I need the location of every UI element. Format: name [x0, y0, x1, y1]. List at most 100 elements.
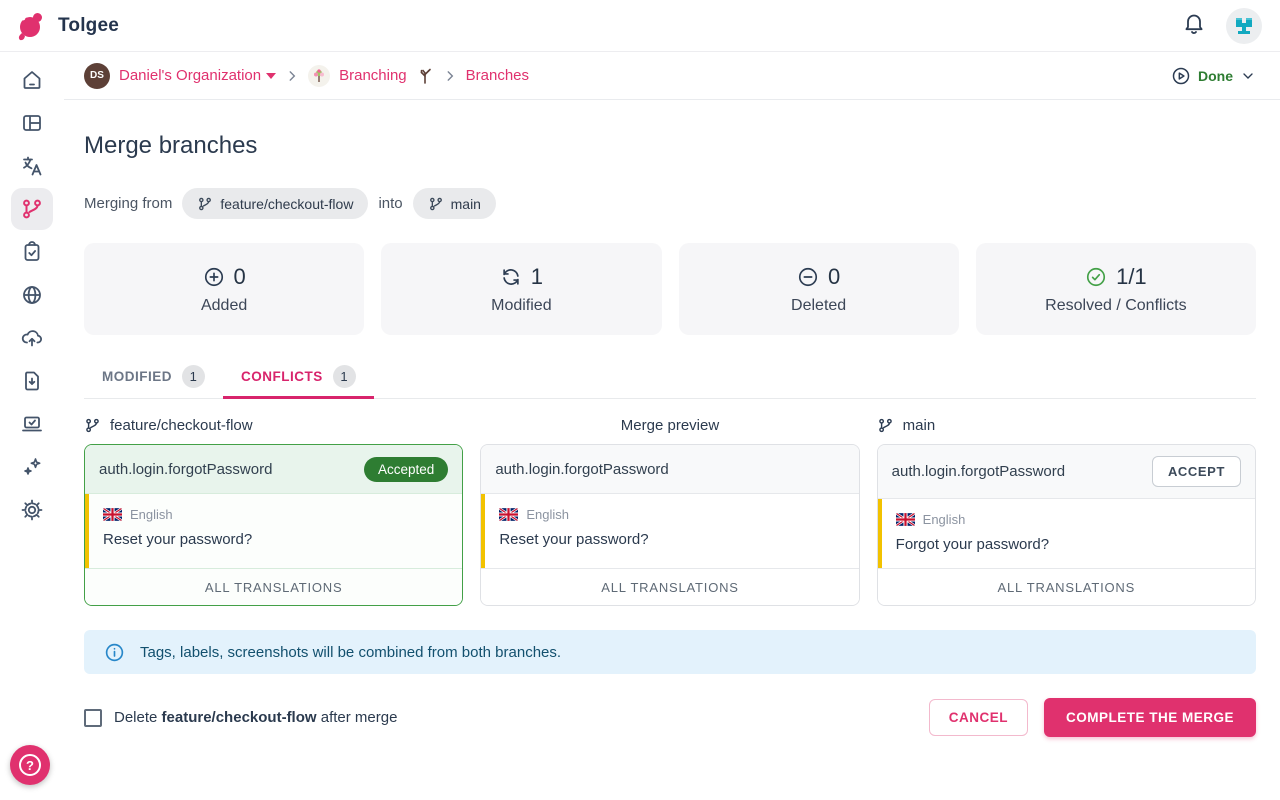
translation-text: Reset your password?: [103, 531, 446, 548]
sidebar-item-translations[interactable]: [11, 145, 53, 187]
sidebar-item-board[interactable]: [11, 102, 53, 144]
language-name: English: [130, 507, 173, 522]
brand-name: Tolgee: [58, 15, 119, 37]
uk-flag-icon: [103, 508, 122, 521]
accept-button[interactable]: ACCEPT: [1152, 456, 1241, 487]
footer-actions-row: Delete feature/checkout-flow after merge…: [84, 698, 1256, 737]
refresh-icon: [500, 266, 522, 288]
sidebar-item-settings[interactable]: [11, 489, 53, 531]
column-header-source: feature/checkout-flow: [84, 417, 463, 434]
conflict-card-preview: auth.login.forgotPassword English Reset …: [480, 444, 859, 606]
info-banner-text: Tags, labels, screenshots will be combin…: [140, 644, 561, 661]
play-circle-icon: [1171, 66, 1191, 86]
diff-tabs: MODIFIED 1 CONFLICTS 1: [84, 355, 1256, 399]
target-branch-chip[interactable]: main: [413, 188, 496, 219]
conflict-stripe: [481, 494, 485, 568]
conflict-stripe: [85, 494, 89, 568]
target-branch-name: main: [451, 196, 481, 212]
check-circle-icon: [1085, 266, 1107, 288]
sidebar-item-publish[interactable]: [11, 317, 53, 359]
conflict-stripe: [878, 499, 882, 568]
sidebar-item-languages[interactable]: [11, 274, 53, 316]
stat-card-modified: 1 Modified: [381, 243, 661, 335]
stat-card-deleted: 0 Deleted: [679, 243, 959, 335]
all-translations-button[interactable]: ALL TRANSLATIONS: [481, 568, 858, 605]
stat-value-deleted: 0: [828, 264, 840, 290]
all-translations-button[interactable]: ALL TRANSLATIONS: [878, 568, 1255, 605]
branch-icon: [428, 196, 444, 212]
question-mark-icon: ?: [19, 754, 41, 776]
column-header-target: main: [877, 417, 1256, 434]
chevron-right-icon: [443, 69, 457, 83]
tab-modified[interactable]: MODIFIED 1: [84, 355, 223, 398]
info-banner: Tags, labels, screenshots will be combin…: [84, 630, 1256, 674]
merge-from-into-row: Merging from feature/checkout-flow into …: [84, 188, 1256, 219]
stat-label-modified: Modified: [491, 297, 551, 315]
org-avatar[interactable]: DS: [84, 63, 110, 89]
into-label: into: [378, 195, 402, 212]
translate-icon: [20, 154, 44, 178]
sidebar-item-ai[interactable]: [11, 446, 53, 488]
translation-text: Reset your password?: [499, 531, 842, 548]
stat-label-added: Added: [201, 297, 247, 315]
tasks-icon: [20, 240, 44, 264]
sparkles-icon: [20, 455, 44, 479]
stat-value-modified: 1: [531, 264, 543, 290]
sidebar-item-export[interactable]: [11, 360, 53, 402]
translation-text: Forgot your password?: [896, 536, 1239, 553]
conflict-card-target: auth.login.forgotPassword ACCEPT English…: [877, 444, 1256, 606]
sidebar-item-tasks[interactable]: [11, 231, 53, 273]
tolgee-logo-icon: [14, 9, 48, 43]
delete-branch-label: Delete feature/checkout-flow after merge: [114, 709, 397, 726]
tab-conflicts-count: 1: [333, 365, 356, 388]
cancel-button[interactable]: CANCEL: [929, 699, 1028, 736]
language-name: English: [526, 507, 569, 522]
settings-icon: [20, 498, 44, 522]
conflict-card-source: auth.login.forgotPassword Accepted Engli…: [84, 444, 463, 606]
page-title: Merge branches: [84, 132, 1256, 160]
sidebar: [0, 52, 64, 800]
plus-circle-icon: [203, 266, 225, 288]
project-avatar: [308, 65, 330, 87]
globe-icon: [20, 283, 44, 307]
sidebar-item-home[interactable]: [11, 59, 53, 101]
breadcrumb-branches[interactable]: Branches: [466, 67, 529, 84]
notifications-bell-icon[interactable]: [1182, 11, 1206, 40]
stat-value-added: 0: [234, 264, 246, 290]
breadcrumb-organization[interactable]: Daniel's Organization: [119, 67, 276, 84]
complete-merge-button[interactable]: COMPLETE THE MERGE: [1044, 698, 1256, 737]
help-button[interactable]: ?: [10, 745, 50, 785]
user-avatar[interactable]: [1226, 8, 1262, 44]
sidebar-item-branches[interactable]: [11, 188, 53, 230]
caret-down-icon: [266, 73, 276, 79]
branch-icon: [84, 417, 101, 434]
home-icon: [20, 68, 44, 92]
stat-label-deleted: Deleted: [791, 297, 846, 315]
breadcrumb-project[interactable]: Branching: [339, 67, 407, 84]
branch-icon: [20, 197, 44, 221]
state-filter-dropdown[interactable]: Done: [1171, 66, 1256, 86]
delete-branch-checkbox[interactable]: [84, 709, 102, 727]
cloud-upload-icon: [20, 326, 44, 350]
brand[interactable]: Tolgee: [14, 9, 119, 43]
delete-branch-checkbox-row[interactable]: Delete feature/checkout-flow after merge: [84, 709, 397, 727]
merge-stats: 0 Added 1 Modified: [84, 243, 1256, 335]
stat-card-resolved: 1/1 Resolved / Conflicts: [976, 243, 1256, 335]
language-name: English: [923, 512, 966, 527]
chevron-down-icon: [1240, 68, 1256, 84]
all-translations-button[interactable]: ALL TRANSLATIONS: [85, 568, 462, 605]
chevron-right-icon: [285, 69, 299, 83]
breadcrumb: DS Daniel's Organization Branching: [64, 52, 1280, 100]
sidebar-item-integrate[interactable]: [11, 403, 53, 445]
key-name: auth.login.forgotPassword: [892, 463, 1065, 480]
source-branch-chip[interactable]: feature/checkout-flow: [182, 188, 368, 219]
stat-value-resolved: 1/1: [1116, 264, 1147, 290]
tab-conflicts[interactable]: CONFLICTS 1: [223, 355, 374, 398]
branch-icon: [197, 196, 213, 212]
state-filter-label: Done: [1198, 68, 1233, 84]
conflict-cards: auth.login.forgotPassword Accepted Engli…: [84, 444, 1256, 606]
file-download-icon: [20, 369, 44, 393]
info-icon: [104, 642, 125, 663]
tab-modified-count: 1: [182, 365, 205, 388]
stat-label-resolved: Resolved / Conflicts: [1045, 297, 1186, 315]
